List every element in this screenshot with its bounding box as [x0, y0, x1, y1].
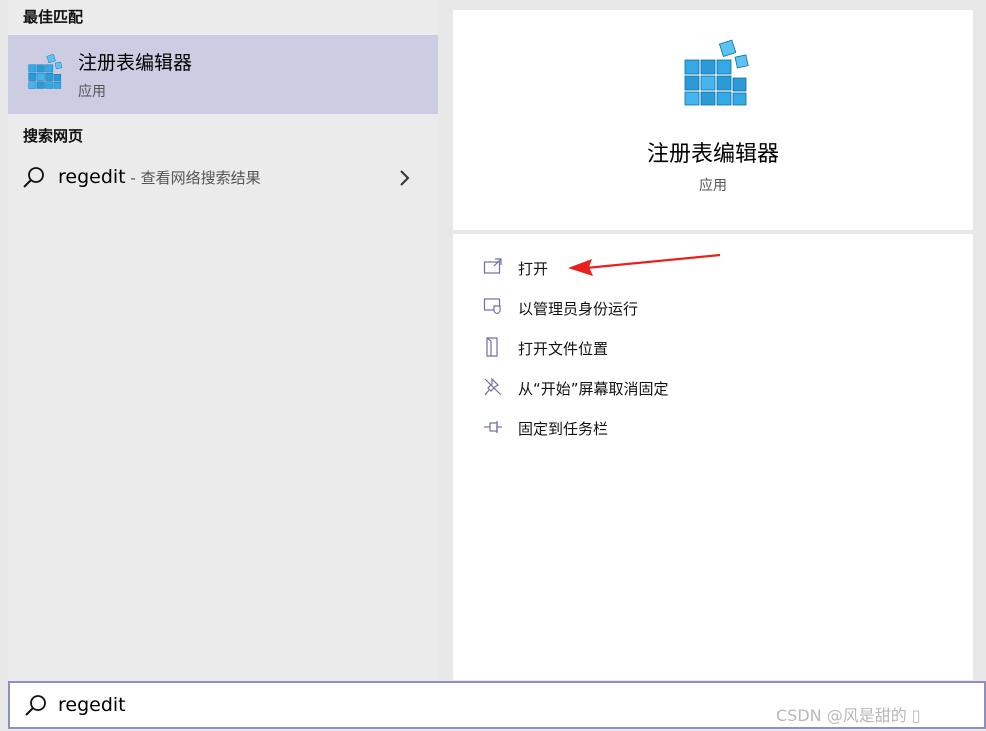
actions-list: 打开 以管理员身份运行 打开文件位置 从“开始”屏幕取消固定 固定到任务栏 [453, 234, 973, 680]
shield-icon [483, 298, 501, 315]
best-match-subtitle: 应用 [78, 84, 106, 100]
action-open-file-location-label: 打开文件位置 [518, 340, 609, 358]
web-query-suffix: - 查看网络搜索结果 [125, 169, 261, 187]
folder-location-icon [486, 337, 498, 357]
web-search-result[interactable]: regedit - 查看网络搜索结果 [8, 160, 438, 200]
web-search-header: 搜索网页 [23, 127, 84, 145]
detail-title: 注册表编辑器 [646, 142, 779, 167]
results-pane: 最佳匹配 注册表编辑器 应用 搜索网页 regedit - 查看网络搜索结果 [8, 0, 438, 680]
action-pin-taskbar[interactable]: 固定到任务栏 [483, 414, 783, 444]
best-match-title: 注册表编辑器 [78, 52, 193, 74]
registry-cubes-icon [26, 51, 64, 89]
chevron-right-icon[interactable] [398, 168, 412, 188]
open-window-icon [483, 258, 502, 274]
action-open-label: 打开 [518, 260, 549, 278]
search-icon [24, 694, 48, 718]
watermark: CSDN @风是甜的 ▯ [776, 706, 921, 725]
registry-cubes-icon [681, 34, 751, 106]
detail-pane: 注册表编辑器 应用 打开 以管理员身份运行 打开文件位置 从“开始”屏幕取消固定… [453, 10, 973, 680]
detail-subtitle: 应用 [699, 178, 727, 194]
web-query-text: regedit [58, 166, 126, 188]
unpin-icon [484, 377, 502, 396]
action-unpin-start[interactable]: 从“开始”屏幕取消固定 [483, 374, 783, 404]
search-input[interactable] [58, 691, 658, 719]
action-open-file-location[interactable]: 打开文件位置 [483, 334, 783, 364]
action-pin-taskbar-label: 固定到任务栏 [518, 420, 609, 438]
action-run-as-admin-label: 以管理员身份运行 [518, 300, 639, 318]
search-icon [22, 166, 46, 190]
detail-header: 注册表编辑器 应用 [453, 10, 973, 230]
action-open[interactable]: 打开 [483, 254, 783, 284]
pin-icon [484, 421, 502, 433]
best-match-header: 最佳匹配 [23, 8, 84, 26]
action-unpin-start-label: 从“开始”屏幕取消固定 [518, 380, 669, 398]
best-match-item[interactable]: 注册表编辑器 应用 [8, 35, 438, 114]
action-run-as-admin[interactable]: 以管理员身份运行 [483, 294, 783, 324]
